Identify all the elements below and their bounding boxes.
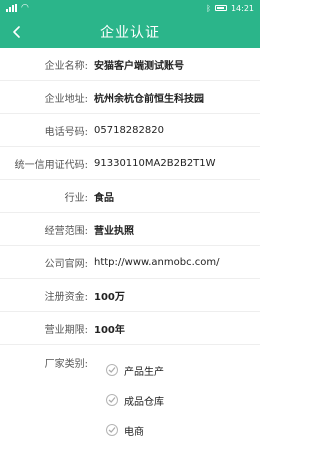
field-row: 统一信用证代码: 91330110MA2B2B2T1W (0, 147, 260, 180)
status-bar: ◠ ᛒ 14:21 (0, 0, 260, 16)
field-value: 100万 (94, 291, 125, 303)
website-link[interactable]: http://www.anmobc.com/ (94, 257, 220, 268)
field-value: 91330110MA2B2B2T1W (94, 157, 216, 169)
field-value: 安猫客户端测试账号 (94, 60, 184, 72)
field-label: 公司官网: (44, 258, 88, 270)
check-icon (106, 394, 118, 406)
factory-type-option[interactable]: 电商 (106, 415, 164, 445)
option-label: 电商 (124, 426, 144, 438)
field-label: 企业名称: (44, 60, 88, 72)
field-row: 经营范围: 营业执照 (0, 213, 260, 246)
field-value: 食品 (94, 192, 114, 204)
field-value: 100年 (94, 324, 125, 336)
nav-bar: 企业认证 (0, 16, 260, 48)
field-value: 营业执照 (94, 225, 134, 237)
factory-type-option[interactable]: 产品生产 (106, 355, 164, 385)
field-row: 企业地址: 杭州余杭仓前恒生科技园 (0, 81, 260, 114)
signal-icon (6, 4, 17, 12)
field-label: 电话号码: (44, 126, 88, 138)
check-icon (106, 364, 118, 376)
field-row: 电话号码: 05718282820 (0, 114, 260, 147)
field-row: 行业: 食品 (0, 180, 260, 213)
field-row: 企业名称: 安猫客户端测试账号 (0, 48, 260, 81)
factory-types-label: 厂家类别: (44, 359, 88, 370)
field-row: 注册资金: 100万 (0, 279, 260, 312)
field-label: 统一信用证代码: (14, 159, 88, 171)
page-title: 企业认证 (100, 25, 160, 41)
field-row: 营业期限: 100年 (0, 312, 260, 345)
wifi-icon: ◠ (21, 3, 29, 13)
check-icon (106, 424, 118, 436)
bluetooth-icon: ᛒ (206, 3, 211, 13)
field-label: 经营范围: (44, 225, 88, 237)
option-label: 产品生产 (124, 366, 164, 378)
field-value: 杭州余杭仓前恒生科技园 (94, 93, 204, 105)
field-value: 05718282820 (94, 124, 164, 136)
factory-type-option[interactable]: 成品仓库 (106, 385, 164, 415)
battery-icon (214, 5, 227, 11)
field-row: 公司官网: http://www.anmobc.com/ (0, 246, 260, 279)
field-label: 行业: (64, 192, 88, 204)
field-label: 企业地址: (44, 93, 88, 105)
field-label: 注册资金: (44, 291, 88, 303)
field-label: 营业期限: (44, 324, 88, 336)
factory-types: 厂家类别: 产品生产 成品仓库 电商 (0, 345, 260, 445)
option-label: 成品仓库 (124, 396, 164, 408)
back-button[interactable] (8, 23, 26, 41)
status-time: 14:21 (230, 3, 254, 13)
chevron-left-icon (13, 26, 20, 38)
enterprise-info: 企业名称: 安猫客户端测试账号 企业地址: 杭州余杭仓前恒生科技园 电话号码: … (0, 48, 260, 445)
